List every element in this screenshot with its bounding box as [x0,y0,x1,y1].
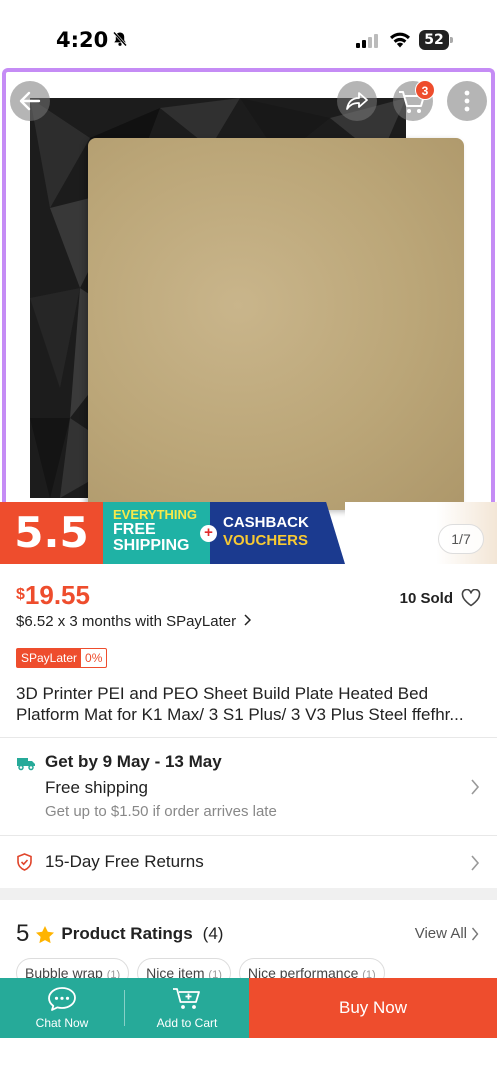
spaylater-badge: SPayLater 0% [16,648,108,668]
gold-pei-sheet-image [88,138,464,510]
bell-off-icon [113,31,127,47]
status-time: 4:20 [56,28,109,52]
heart-icon[interactable] [461,589,481,607]
chevron-right-icon [471,855,480,871]
free-shipping-label: EVERYTHING FREE SHIPPING [103,502,210,564]
chat-now-button[interactable]: Chat Now [0,978,124,1038]
everything-text: EVERYTHING [113,507,198,522]
free-text: FREE [113,521,156,538]
chevron-right-icon [471,927,479,940]
divider [0,835,497,836]
product-image-carousel[interactable]: 3 5.5 EVERYTHING FREE SHIPPING CASHBACK … [0,68,497,564]
installment-text: $6.52 x 3 months with SPayLater [16,613,237,630]
cellular-signal-icon [356,34,378,48]
add-to-cart-label: Add to Cart [156,1016,218,1030]
chat-icon [48,987,76,1011]
sale-label: 5.5 [0,502,103,564]
vouchers-text: VOUCHERS [223,532,309,549]
share-button[interactable] [337,81,377,121]
section-divider [0,888,497,900]
add-to-cart-button[interactable]: Add to Cart [125,978,249,1038]
promo-banner[interactable]: 5.5 EVERYTHING FREE SHIPPING CASHBACK VO… [0,502,497,564]
installment-link[interactable]: $6.52 x 3 months with SPayLater [16,613,252,630]
battery-indicator: 52 [419,30,453,50]
product-title: 3D Printer PEI and PEO Sheet Build Plate… [16,683,486,725]
buy-now-button[interactable]: Buy Now [249,978,497,1038]
product-title-line-2: Platform Mat for K1 Max/ 3 S1 Plus/ 3 V3… [16,705,464,724]
divider [0,737,497,738]
product-page: 4:20 52 3 5.5 EVERYTHING FREE SHIPPING C… [0,0,497,1080]
price-value: 19.55 [24,580,90,610]
delivery-truck-icon [17,758,35,771]
sold-count-row: 10 Sold [400,589,481,607]
status-bar: 4:20 52 [0,0,497,68]
cashback-text: CASHBACK [223,514,309,531]
product-title-line-1: 3D Printer PEI and PEO Sheet Build Plate… [16,684,429,703]
free-shipping-text: Free shipping [45,778,149,797]
currency-symbol: $ [16,586,25,603]
plus-icon: + [200,525,217,542]
cart-count-badge: 3 [415,80,435,100]
chat-now-label: Chat Now [35,1016,89,1030]
spaylater-label: SPayLater [17,649,82,667]
chevron-right-icon [471,779,480,795]
spaylater-rate: 0% [85,651,103,665]
shield-check-icon [17,853,32,871]
view-all-ratings-link[interactable]: View All [415,925,479,942]
image-page-counter: 1/7 [438,524,484,554]
late-delivery-note: Get up to $1.50 if order arrives late [45,803,277,820]
price: $19.55 [16,580,90,611]
ratings-label: Product Ratings [61,924,193,943]
cashback-label: CASHBACK VOUCHERS [210,502,345,564]
add-to-cart-icon [173,988,200,1009]
share-icon [346,92,368,110]
wifi-icon [390,32,410,48]
bottom-action-bar: Chat Now Add to Cart Buy Now [0,978,497,1038]
separator [124,978,125,1038]
sold-count: 10 Sold [399,589,453,607]
battery-level: 52 [424,32,444,48]
back-button[interactable] [10,81,50,121]
star-icon [36,925,55,943]
shipping-text: SHIPPING [113,537,190,554]
arrow-left-icon [19,91,41,111]
bottom-safe-area [0,1038,497,1080]
chevron-right-icon [244,614,252,626]
returns-text: 15-Day Free Returns [45,852,204,871]
view-all-label: View All [414,925,467,942]
delivery-estimate: Get by 9 May - 13 May [45,752,222,771]
more-options-button[interactable] [447,81,487,121]
ratings-count: (4) [202,924,224,943]
more-vertical-icon [464,90,470,112]
ratings-header: 5 Product Ratings (4) [16,920,223,948]
rating-score: 5 [16,920,30,947]
